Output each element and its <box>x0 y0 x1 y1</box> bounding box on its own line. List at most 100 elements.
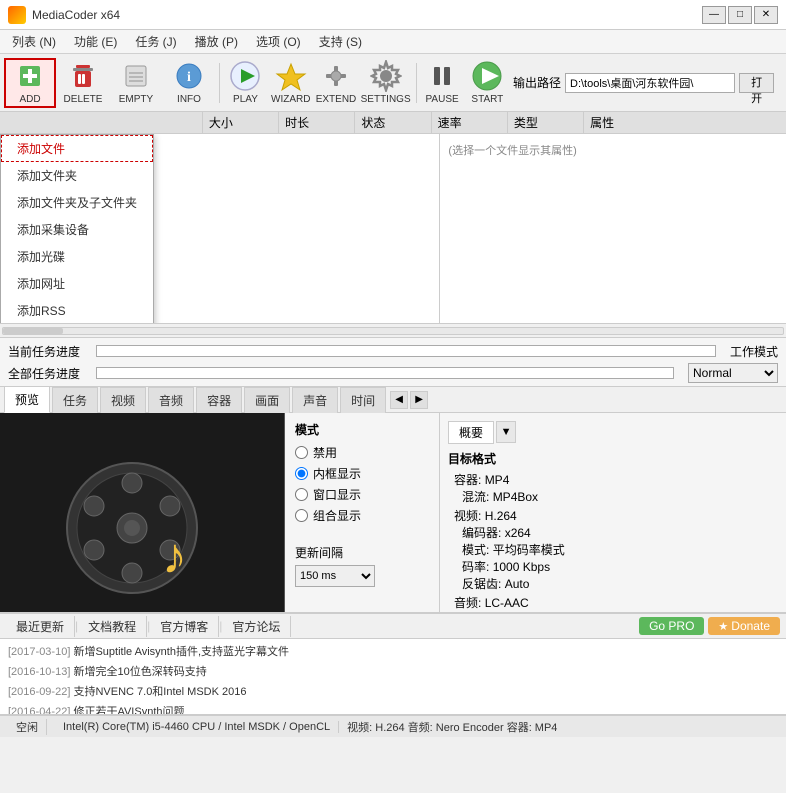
menu-func[interactable]: 功能 (E) <box>66 31 125 52</box>
empty-button[interactable]: EMPTY <box>110 58 162 108</box>
menu-options[interactable]: 选项 (O) <box>248 31 309 52</box>
info-label: INFO <box>177 94 201 105</box>
scrollbar-row <box>0 324 786 338</box>
video-bitrate-label: 码率 <box>462 560 486 574</box>
video-mode-value: 平均码率模式 <box>493 543 565 557</box>
donate-button[interactable]: ★ Donate <box>708 617 780 635</box>
news-date-3: [2016-09-22] <box>8 686 70 698</box>
extend-icon <box>320 60 352 92</box>
news-text-1: 新增Suptitle Avisynth插件,支持蓝光字幕文件 <box>73 646 289 658</box>
pause-icon <box>426 60 458 92</box>
tab-preview[interactable]: 预览 <box>4 386 50 413</box>
play-label: PLAY <box>233 94 258 105</box>
tab-container[interactable]: 容器 <box>196 387 242 413</box>
extend-button[interactable]: EXTEND <box>314 58 357 108</box>
menu-play[interactable]: 播放 (P) <box>187 31 246 52</box>
gopro-button[interactable]: Go PRO <box>639 617 704 635</box>
menu-support[interactable]: 支持 (S) <box>311 31 370 52</box>
menu-item-add-disc[interactable]: 添加光碟 <box>1 243 153 270</box>
link-docs[interactable]: 文档教程 <box>78 616 147 637</box>
tab-video[interactable]: 视频 <box>100 387 146 413</box>
mode-inframe-radio[interactable] <box>295 467 308 480</box>
tab-task[interactable]: 任务 <box>52 387 98 413</box>
menu-list[interactable]: 列表 (N) <box>4 31 64 52</box>
overview-nav[interactable]: ▼ <box>496 421 516 443</box>
mode-inframe[interactable]: 内框显示 <box>295 465 429 482</box>
browse-button[interactable]: 打开 <box>739 73 774 93</box>
mode-combined-radio[interactable] <box>295 509 308 522</box>
mode-combined[interactable]: 组合显示 <box>295 507 429 524</box>
delete-button[interactable]: DELETE <box>57 58 109 108</box>
link-forum[interactable]: 官方论坛 <box>222 616 291 637</box>
tab-nav-next[interactable]: ▶ <box>410 391 428 409</box>
start-button[interactable]: START <box>466 58 509 108</box>
total-progress-label: 全部任务进度 <box>8 365 90 382</box>
scroll-thumb <box>3 328 63 334</box>
svg-text:i: i <box>187 70 191 85</box>
work-mode-label: 工作模式 <box>730 343 778 360</box>
tab-picture[interactable]: 画面 <box>244 387 290 413</box>
mode-disabled-radio[interactable] <box>295 446 308 459</box>
target-format-body: 容器: MP4 混流: MP4Box 视频: H.264 编码器: x264 模… <box>454 471 778 612</box>
target-format-title: 目标格式 <box>448 450 778 467</box>
mode-window-radio[interactable] <box>295 488 308 501</box>
delete-icon <box>67 60 99 92</box>
empty-icon <box>120 60 152 92</box>
col-size: 大小 <box>203 112 279 133</box>
col-name <box>0 112 203 133</box>
mode-disabled[interactable]: 禁用 <box>295 444 429 461</box>
news-date-2: [2016-10-13] <box>8 666 70 678</box>
close-button[interactable]: ✕ <box>754 6 778 24</box>
tab-sound[interactable]: 声音 <box>292 387 338 413</box>
work-mode-select[interactable]: Normal Background Batch <box>688 363 778 383</box>
menu-item-add-capture[interactable]: 添加采集设备 <box>1 216 153 243</box>
play-button[interactable]: PLAY <box>224 58 267 108</box>
link-blog[interactable]: 官方博客 <box>150 616 219 637</box>
news-item-2[interactable]: [2016-10-13] 新增完全10位色深转码支持 <box>8 661 778 681</box>
tab-nav-prev[interactable]: ◀ <box>390 391 408 409</box>
link-latest[interactable]: 最近更新 <box>6 616 75 637</box>
tab-time[interactable]: 时间 <box>340 387 386 413</box>
add-label: ADD <box>19 94 40 105</box>
menu-item-add-url[interactable]: 添加网址 <box>1 270 153 297</box>
start-icon <box>471 60 503 92</box>
col-status: 状态 <box>355 112 431 133</box>
pause-button[interactable]: PAUSE <box>420 58 463 108</box>
tab-audio[interactable]: 音频 <box>148 387 194 413</box>
video-bitrate-row: 码率: 1000 Kbps <box>462 558 778 575</box>
status-idle: 空闲 <box>8 719 47 735</box>
output-path-input[interactable] <box>565 73 735 93</box>
menu-task[interactable]: 任务 (J) <box>127 31 184 52</box>
delete-label: DELETE <box>64 94 103 105</box>
news-text-4: 修正若干AVISynth问题 <box>73 706 184 715</box>
video-bitrate-value: 1000 Kbps <box>493 560 550 574</box>
audio-encoder-row: 编码器: Nero Encoder <box>462 611 778 612</box>
menu-item-add-rss[interactable]: 添加RSS <box>1 297 153 323</box>
maximize-button[interactable]: □ <box>728 6 752 24</box>
menu-item-add-file[interactable]: 添加文件 <box>1 135 153 162</box>
menu-item-add-folder[interactable]: 添加文件夹 <box>1 162 153 189</box>
col-props: 属性 <box>584 112 786 133</box>
settings-button[interactable]: SETTINGS <box>360 58 412 108</box>
mux-label: 混流 <box>462 490 486 504</box>
mode-window[interactable]: 窗口显示 <box>295 486 429 503</box>
news-item-3[interactable]: [2016-09-22] 支持NVENC 7.0和Intel MSDK 2016 <box>8 681 778 701</box>
svg-text:♪: ♪ <box>162 528 187 584</box>
add-button[interactable]: ADD <box>4 58 56 108</box>
info-button[interactable]: i INFO <box>163 58 215 108</box>
container-value: MP4 <box>485 473 510 487</box>
minimize-button[interactable]: — <box>702 6 726 24</box>
info-icon: i <box>173 60 205 92</box>
scrollbar[interactable] <box>2 327 784 335</box>
wizard-button[interactable]: WIZARD <box>269 58 312 108</box>
overview-panel: 概要 ▼ 目标格式 容器: MP4 混流: MP4Box 视频: H.264 编… <box>440 413 786 612</box>
news-item-1[interactable]: [2017-03-10] 新增Suptitle Avisynth插件,支持蓝光字… <box>8 641 778 661</box>
news-item-4[interactable]: [2016-04-22] 修正若干AVISynth问题 <box>8 701 778 715</box>
title-bar-left: MediaCoder x64 <box>8 6 120 24</box>
file-list-left: 添加文件 添加文件夹 添加文件夹及子文件夹 添加采集设备 添加光碟 添加网址 添… <box>0 134 440 323</box>
interval-select[interactable]: 150 ms 300 ms 500 ms <box>295 565 375 587</box>
overview-tabs: 概要 ▼ <box>448 421 778 444</box>
video-mode-label: 模式 <box>462 543 486 557</box>
menu-item-add-folder-sub[interactable]: 添加文件夹及子文件夹 <box>1 189 153 216</box>
tab-overview[interactable]: 概要 <box>448 421 494 444</box>
